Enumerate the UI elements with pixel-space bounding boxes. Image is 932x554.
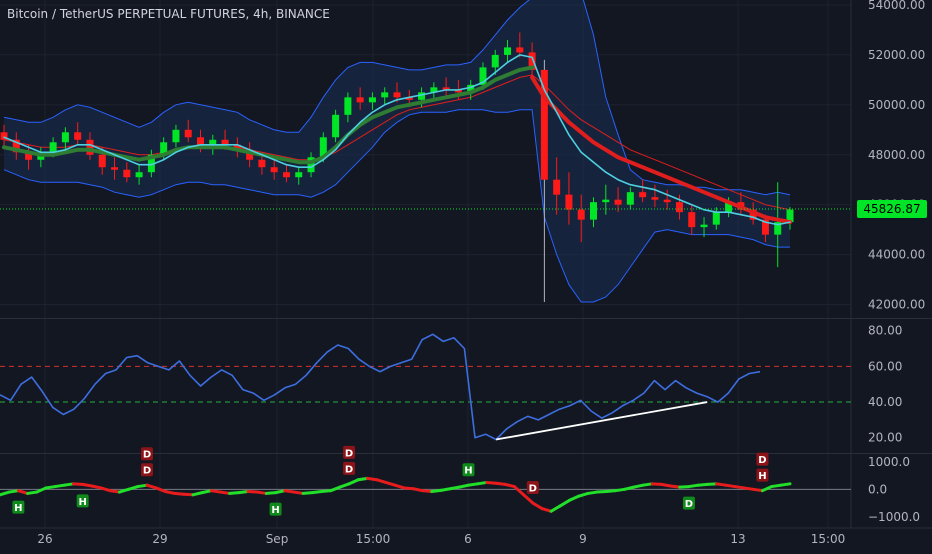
price-axis-tick: 48000.00 [868,148,925,162]
candle-body [61,132,69,143]
candle-body [626,192,634,205]
candle-body [74,132,82,140]
candle-body [577,209,585,220]
rsi-axis-tick: 80.00 [868,324,902,338]
candle-body [368,97,376,103]
candle-body [651,197,659,200]
signal-label-text: D [143,466,151,477]
signal-label-text: H [78,497,86,508]
candle-body [663,199,671,203]
rsi-axis-tick: 60.00 [868,359,902,373]
price-axis-tick: 50000.00 [868,98,925,112]
price-axis-tick: 44000.00 [868,248,925,262]
time-axis-tick: 26 [37,532,52,546]
time-axis-tick: 15:00 [811,532,846,546]
rsi-axis-tick: 20.00 [868,431,902,445]
time-axis-tick: Sep [266,532,289,546]
candle-body [49,142,57,153]
candle-body [516,47,524,53]
candle-body [393,92,401,98]
price-axis-tick: 52000.00 [868,48,925,62]
signal-label-text: H [271,505,279,516]
osc-axis-tick: 1000.0 [868,455,910,469]
candle-body [98,154,106,168]
candle-body [295,172,303,178]
osc-axis-tick: −1000.0 [868,510,920,524]
candle-body [172,129,180,143]
time-axis-tick: 15:00 [356,532,391,546]
candle-body [540,69,548,180]
signal-label-text: D [685,499,693,510]
candle-body [565,194,573,210]
time-axis-tick: 6 [464,532,472,546]
signal-label-text: H [464,466,472,477]
candle-body [344,97,352,115]
candle-body [553,179,561,195]
candle-body [590,202,597,220]
osc-line-segment [779,482,792,487]
time-axis-tick: 9 [579,532,587,546]
chart-canvas[interactable]: 54000.0052000.0050000.0048000.0046000.00… [0,0,932,550]
candle-body [356,97,364,103]
candle-body [111,167,119,170]
candle-body [258,159,266,168]
signal-label-text: D [345,464,353,475]
candle-body [700,224,708,228]
candle-body [602,199,610,203]
candle-body [491,54,499,68]
candle-body [270,167,278,173]
candle-body [675,202,683,213]
candle-body [381,92,389,98]
candle-body [332,114,340,138]
time-axis-tick: 13 [730,532,745,546]
current-price-label: 45826.87 [863,202,920,216]
candle-body [504,47,512,55]
candle-body [688,212,696,228]
price-axis-tick: 54000.00 [868,0,925,12]
chart-title: Bitcoin / TetherUS PERPETUAL FUTURES, 4h… [7,7,330,21]
rsi-axis-tick: 40.00 [868,395,902,409]
chart[interactable]: 54000.0052000.0050000.0048000.0046000.00… [0,0,932,550]
candle-body [123,169,131,178]
candle-body [639,192,647,198]
candle-body [135,172,143,178]
signal-label-text: H [14,503,22,514]
candle-body [712,212,720,225]
time-axis-tick: 29 [152,532,167,546]
candle-body [282,172,290,178]
candle-body [614,199,622,205]
signal-label-text: D [529,484,537,495]
candle-body [184,129,192,138]
signal-label-text: D [143,450,151,461]
osc-axis-tick: 0.0 [868,482,887,496]
price-axis-tick: 42000.00 [868,298,925,312]
candle-body [86,139,94,155]
signal-label-text: D [345,448,353,459]
signal-label-text: D [758,455,766,466]
signal-label-text: H [758,471,766,482]
